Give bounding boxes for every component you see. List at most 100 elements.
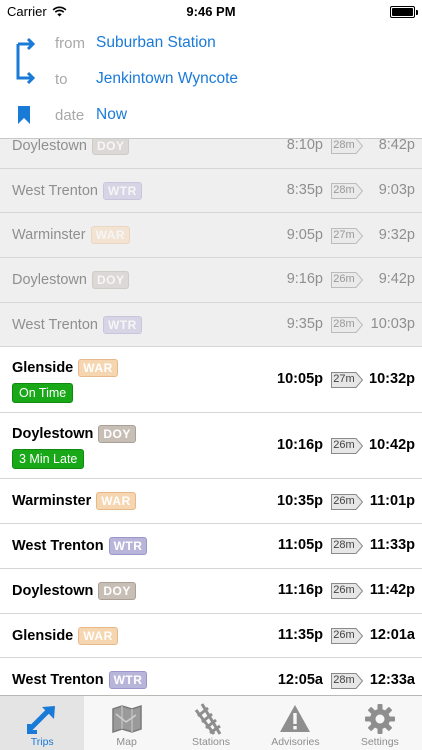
line-code-badge: DOY [98, 425, 136, 444]
arrival-time: 10:03p [370, 316, 415, 333]
to-station[interactable]: Jenkintown Wyncote [96, 70, 238, 88]
tab-settings[interactable]: Settings [338, 696, 422, 750]
duration-arrow-badge: 26m [330, 437, 364, 455]
train-destination: Doylestown [12, 272, 87, 289]
duration-label: 27m [333, 373, 355, 386]
duration-arrow-badge: 26m [330, 493, 364, 511]
duration-arrow-badge: 28m [330, 182, 364, 200]
duration-label: 26m [333, 628, 355, 641]
date-value[interactable]: Now [96, 106, 127, 124]
tab-map[interactable]: Map [84, 696, 168, 750]
train-destination: Doylestown [12, 426, 94, 443]
arrival-time: 9:42p [378, 271, 415, 288]
to-row[interactable]: to Jenkintown Wyncote [0, 65, 422, 95]
train-destination: Warminster [12, 227, 86, 244]
duration-label: 26m [333, 439, 355, 452]
from-row[interactable]: from Suburban Station [0, 29, 422, 59]
train-row[interactable]: West Trenton WTR 11:05p 28m 11:33p [0, 524, 422, 569]
departure-time: 9:35p [286, 316, 323, 333]
line-code-badge: DOY [98, 581, 136, 600]
tab-trips[interactable]: Trips [0, 696, 85, 750]
train-destination: West Trenton [12, 316, 98, 333]
to-label: to [55, 71, 68, 88]
tab-bar: Trips Map Stations Advisories Settings [0, 695, 422, 750]
train-row[interactable]: Warminster WAR 10:35p 26m 11:01p [0, 479, 422, 525]
train-line-name: West Trenton WTR [12, 671, 148, 690]
arrival-time: 10:42p [369, 437, 415, 454]
duration-arrow-badge: 26m [330, 582, 364, 600]
departure-time: 12:05a [277, 671, 323, 688]
arrival-time: 11:42p [369, 582, 415, 599]
duration-arrow-badge: 28m [330, 139, 364, 155]
train-row[interactable]: Doylestown DOY 11:16p 26m 11:42p [0, 569, 422, 614]
map-icon [110, 702, 144, 736]
clock: 9:46 PM [186, 4, 236, 19]
line-code-badge: WTR [108, 537, 148, 556]
line-code-badge: WTR [102, 181, 142, 200]
gear-icon [363, 702, 397, 736]
train-destination: West Trenton [12, 538, 104, 555]
duration-label: 28m [333, 318, 355, 331]
duration-label: 26m [333, 273, 355, 286]
train-destination: Warminster [12, 493, 92, 510]
line-code-badge: WTR [108, 671, 148, 690]
duration-label: 28m [333, 539, 355, 552]
duration-arrow-badge: 27m [330, 227, 364, 245]
warning-icon [278, 702, 312, 736]
tab-stations[interactable]: Stations [169, 696, 253, 750]
duration-label: 28m [333, 184, 355, 197]
departure-time: 11:35p [277, 626, 323, 643]
train-line-name: Doylestown DOY [12, 425, 136, 444]
duration-arrow-badge: 28m [330, 537, 364, 555]
train-list[interactable]: Doylestown DOY 8:10p 28m 8:42p West Trenton WT… [0, 139, 422, 695]
line-code-badge: WAR [78, 359, 118, 378]
trips-arrows-icon [25, 702, 59, 736]
trip-header: from Suburban Station to Jenkintown Wync… [0, 24, 422, 139]
from-station[interactable]: Suburban Station [96, 34, 216, 52]
railroad-track-icon [194, 702, 228, 736]
train-line-name: West Trenton WTR [12, 315, 142, 334]
train-destination: Doylestown [12, 582, 94, 599]
train-row[interactable]: Glenside WAR On Time 10:05p 27m 10:32p [0, 347, 422, 414]
line-code-badge: WAR [96, 492, 136, 511]
arrival-time: 9:32p [378, 226, 415, 243]
train-row[interactable]: West Trenton WTR 9:35p 28m 10:03p [0, 302, 422, 348]
duration-arrow-badge: 26m [330, 627, 364, 645]
departure-time: 8:10p [286, 139, 323, 154]
tab-label: Stations [192, 736, 230, 748]
date-label: date [55, 107, 85, 124]
tab-label: Advisories [271, 736, 320, 748]
date-row[interactable]: date Now [0, 101, 422, 131]
arrival-time: 10:32p [369, 371, 415, 388]
duration-arrow-badge: 28m [330, 672, 364, 690]
train-line-name: Doylestown DOY [12, 581, 136, 600]
line-code-badge: WAR [90, 226, 131, 245]
duration-label: 27m [333, 228, 355, 241]
train-line-name: West Trenton WTR [12, 537, 148, 556]
line-code-badge: WAR [78, 626, 118, 645]
tab-label: Trips [30, 736, 54, 748]
train-row[interactable]: Warminster WAR 9:05p 27m 9:32p [0, 213, 422, 259]
tab-advisories[interactable]: Advisories [253, 696, 337, 750]
duration-arrow-badge: 27m [330, 371, 364, 389]
battery-icon [390, 6, 418, 18]
train-line-name: Warminster WAR [12, 226, 131, 245]
line-code-badge: WTR [102, 315, 142, 334]
from-label: from [55, 35, 85, 52]
duration-label: 28m [333, 673, 355, 686]
train-row[interactable]: West Trenton WTR 8:35p 28m 9:03p [0, 168, 422, 214]
departure-time: 8:35p [286, 182, 323, 199]
duration-arrow-badge: 28m [330, 316, 364, 334]
train-line-name: Glenside WAR [12, 626, 118, 645]
train-row[interactable]: Doylestown DOY 8:10p 28m 8:42p [0, 139, 422, 169]
train-row[interactable]: West Trenton WTR 12:05a 28m 12:33a [0, 658, 422, 695]
departure-time: 11:05p [277, 537, 323, 554]
train-row[interactable]: Doylestown DOY 9:16p 26m 9:42p [0, 258, 422, 303]
train-destination: Glenside [12, 627, 74, 644]
line-code-badge: DOY [91, 271, 130, 290]
arrival-time: 11:33p [369, 537, 415, 554]
train-row[interactable]: Doylestown DOY 3 Min Late 10:16p 26m 10:42p [0, 413, 422, 480]
duration-label: 26m [333, 584, 355, 597]
train-row[interactable]: Glenside WAR 11:35p 26m 12:01a [0, 614, 422, 659]
duration-label: 26m [333, 494, 355, 507]
